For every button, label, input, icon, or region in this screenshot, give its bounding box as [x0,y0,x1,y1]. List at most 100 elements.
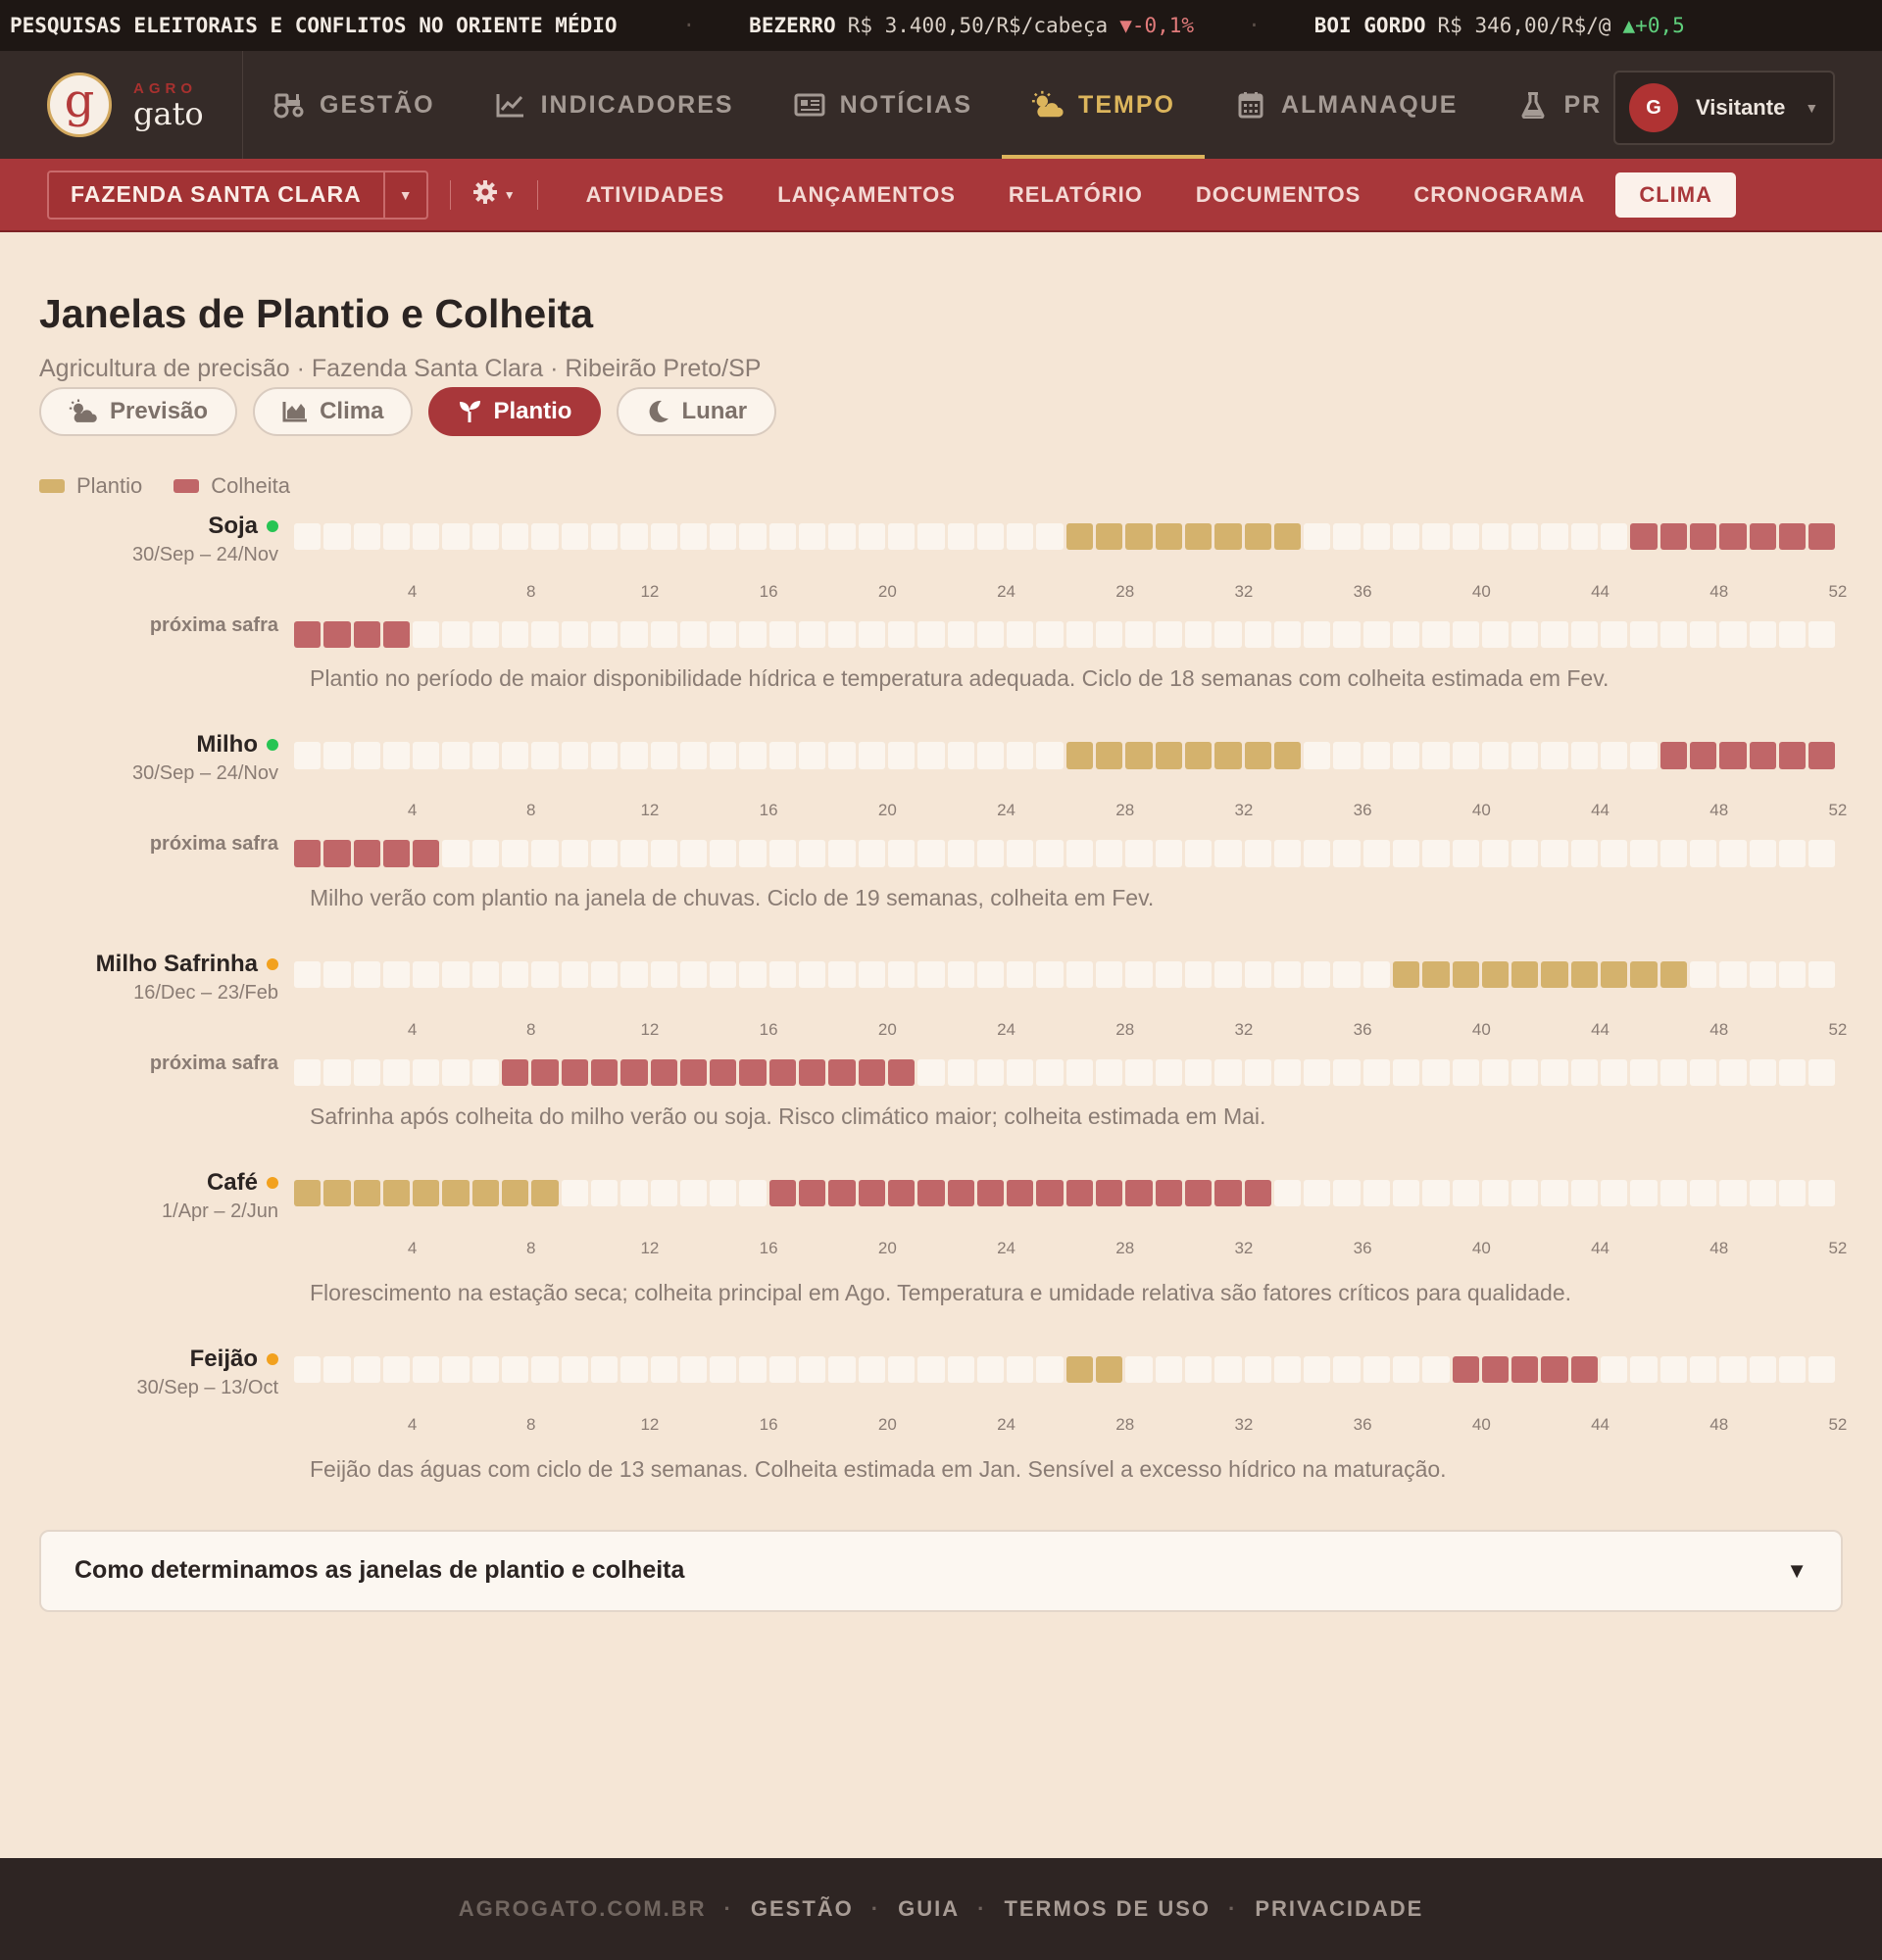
week-cell [947,523,974,551]
week-tick-label: 52 [1828,582,1848,601]
week-cell [710,742,737,769]
logo[interactable]: g AGRO gato [0,51,243,159]
week-cell-colheita [1659,523,1687,551]
week-cell [768,840,797,867]
week-cell [768,523,797,551]
week-cell-plantio [1244,523,1271,551]
week-cell [1155,621,1182,649]
week-cell [1630,742,1658,769]
area-chart-icon [282,401,308,422]
week-cell [768,960,797,988]
week-cell-colheita [294,840,322,867]
week-cell-colheita [620,1058,648,1086]
subnav-lancamentos[interactable]: LANÇAMENTOS [751,182,982,208]
week-cell [858,523,885,551]
week-cell [1749,621,1776,649]
week-tick-label: 12 [640,1019,660,1039]
week-cell [1689,840,1717,867]
week-cell [887,523,916,551]
week-cell-colheita [858,1179,885,1207]
tab-clima[interactable]: Clima [253,387,414,436]
week-tick-label: 16 [759,582,778,601]
week-cell [739,742,767,769]
week-cell-plantio [353,1179,380,1207]
nav-item-tempo[interactable]: TEMPO [1002,51,1205,159]
week-cell [1304,1179,1331,1207]
crop-label: Milho 30/Sep – 24/Nov [39,731,294,785]
crop-name-text: Milho [196,731,258,759]
crop-row: Soja 30/Sep – 24/Nov [39,513,1843,566]
nav-item-gestao[interactable]: GESTÃO [243,51,465,159]
week-cell [1659,1058,1687,1086]
week-cell [1570,523,1599,551]
subnav-clima[interactable]: CLIMA [1615,172,1736,218]
week-cell-colheita [1778,523,1807,551]
week-cell [976,621,1005,649]
week-cell-colheita [1659,742,1687,769]
week-cell [739,840,767,867]
legend-swatch [173,479,200,493]
chevron-down-icon[interactable]: ▼ [382,172,426,218]
nav-item-pr[interactable]: PR [1487,51,1631,159]
week-cell [1689,1355,1717,1384]
week-cell [294,960,322,988]
tab-lunar[interactable]: Lunar [617,387,777,436]
settings-button[interactable]: ▼ [472,179,516,210]
week-cell [858,960,885,988]
week-cell [799,742,826,769]
week-cell [1778,1179,1807,1207]
footer-link-gestao[interactable]: GESTÃO [751,1896,854,1922]
methodology-accordion[interactable]: Como determinamos as janelas de plantio … [39,1529,1843,1612]
footer-link-privacidade[interactable]: PRIVACIDADE [1255,1896,1423,1922]
week-cell-colheita [1719,523,1747,551]
week-cell [1452,840,1479,867]
tab-plantio[interactable]: Plantio [428,387,602,436]
week-cell [976,1058,1005,1086]
week-cell [1659,1179,1687,1207]
week-cell-colheita [1778,742,1807,769]
footer-link-site[interactable]: AGROGATO.COM.BR [459,1896,707,1922]
subnav-documentos[interactable]: DOCUMENTOS [1169,182,1388,208]
week-cell [323,523,351,551]
subnav-relatorio[interactable]: RELATÓRIO [982,182,1169,208]
week-cell [620,960,648,988]
farm-selector[interactable]: FAZENDA SANTA CLARA ▼ [47,170,428,220]
nav-item-noticias[interactable]: NOTÍCIAS [764,51,1002,159]
week-cell [1096,960,1123,988]
week-cell [1689,960,1717,988]
nav-item-indicadores[interactable]: INDICADORES [465,51,764,159]
nav-item-almanaque[interactable]: ALMANAQUE [1205,51,1488,159]
status-dot [267,520,278,532]
crop-dates: 16/Dec – 23/Feb [133,981,278,1004]
ticker-change: ▼-0,1% [1119,14,1195,37]
week-cell [1155,960,1182,988]
week-cell-plantio [1273,742,1302,769]
week-tick-label: 24 [997,801,1016,820]
week-cell-colheita [1719,742,1747,769]
user-menu-button[interactable]: G Visitante ▼ [1613,71,1835,145]
tab-previsao[interactable]: Previsão [39,387,238,436]
week-cell [1778,960,1807,988]
week-cell [1333,523,1361,551]
week-cell [1630,1058,1658,1086]
week-cell [1036,1058,1064,1086]
footer-link-guia[interactable]: GUIA [898,1896,960,1922]
subnav-atividades[interactable]: ATIVIDADES [560,182,752,208]
week-cell [1036,1355,1064,1384]
footer-link-termos[interactable]: TERMOS DE USO [1004,1896,1211,1922]
week-cell [1214,1058,1242,1086]
tab-label: Lunar [681,398,748,424]
week-cell [323,1058,351,1086]
week-tick-label: 16 [759,1238,778,1257]
week-tick-label: 8 [526,1019,536,1039]
crop-dates: 1/Apr – 2/Jun [162,1200,278,1222]
week-cell [1273,1179,1302,1207]
week-cell-plantio [1214,523,1242,551]
subnav-cronograma[interactable]: CRONOGRAMA [1387,182,1611,208]
ticker-name: BEZERRO [749,14,836,37]
week-cell [442,742,470,769]
week-cell [1065,960,1094,988]
week-grid [294,832,1836,867]
week-cell [739,1355,767,1384]
week-cell [590,840,619,867]
